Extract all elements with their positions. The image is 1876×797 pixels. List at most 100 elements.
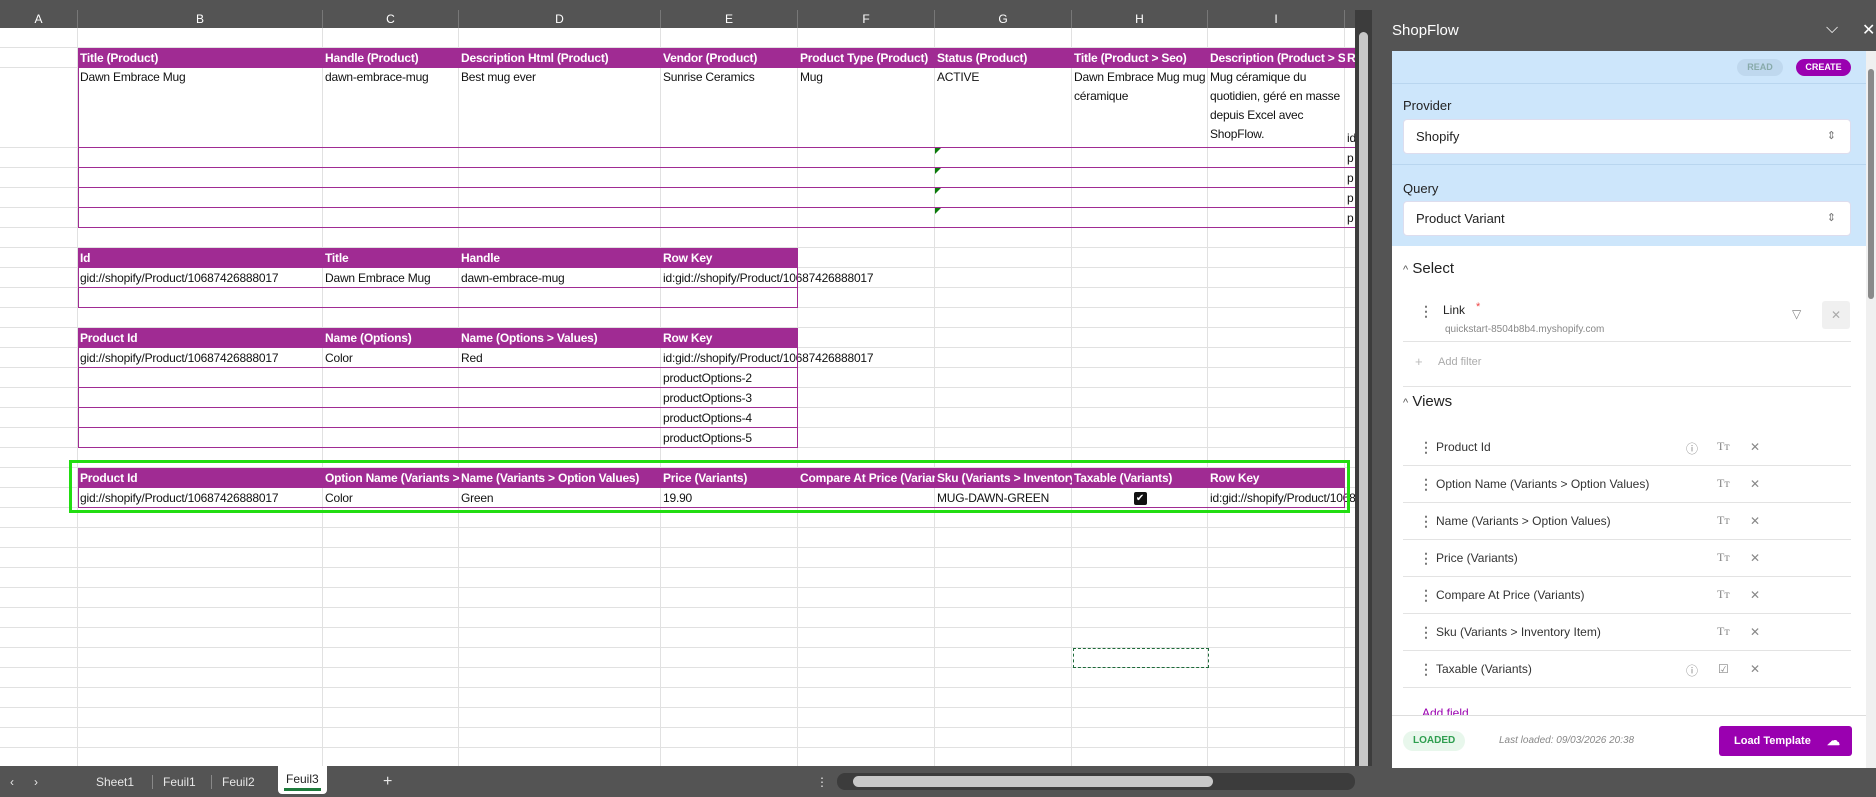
table-cell[interactable]: id:gid://shopify/Product/10687426888017 — [661, 268, 1355, 288]
view-field-row[interactable]: ⋮ Taxable (Variants) ⓘ ☑ ✕ — [1403, 651, 1851, 688]
query-select[interactable]: Product Variant ⇕ — [1403, 201, 1851, 236]
view-field-row[interactable]: ⋮ Price (Variants) Tт ✕ — [1403, 540, 1851, 577]
table-cell[interactable]: gid://shopify/Product/10687426888017 — [78, 268, 323, 288]
drag-handle-icon[interactable]: ⋮ — [1419, 588, 1433, 602]
checkbox-type-icon[interactable]: ☑ — [1718, 662, 1729, 676]
table-cell[interactable] — [459, 388, 661, 408]
provider-select[interactable]: Shopify ⇕ — [1403, 119, 1851, 154]
table-cell[interactable]: productOptions-3 — [661, 388, 1355, 408]
table-cell[interactable]: ACTIVE — [935, 68, 1072, 148]
table-cell[interactable]: id — [1345, 68, 1355, 148]
info-icon[interactable]: ⓘ — [1686, 662, 1698, 679]
filter-icon[interactable]: ▽ — [1792, 307, 1801, 321]
table-header-cell[interactable]: Title — [323, 248, 459, 268]
table-cell[interactable]: Best mug ever — [459, 68, 661, 148]
column-header-b[interactable]: B — [78, 10, 323, 28]
table-header-cell[interactable]: Row Key — [661, 248, 798, 268]
text-type-icon[interactable]: Tт — [1717, 439, 1730, 454]
select-section-toggle[interactable]: ^ Select — [1403, 260, 1454, 277]
column-header-g[interactable]: G — [935, 10, 1072, 28]
tab-sheet1[interactable]: Sheet1 — [88, 771, 142, 793]
column-header-d[interactable]: D — [459, 10, 661, 28]
drag-handle-icon[interactable]: ⋮ — [1419, 662, 1433, 676]
text-type-icon[interactable]: Tт — [1717, 513, 1730, 528]
column-header-i[interactable]: I — [1208, 10, 1345, 28]
table-cell[interactable]: Red — [459, 348, 661, 368]
drag-handle-icon[interactable]: ⋮ — [1419, 625, 1433, 639]
table-cell[interactable]: dawn-embrace-mug — [459, 268, 661, 288]
drag-handle-icon[interactable]: ⋮ — [1419, 551, 1433, 565]
tab-feuil1[interactable]: Feuil1 — [155, 771, 204, 793]
view-field-row[interactable]: ⋮ Compare At Price (Variants) Tт ✕ — [1403, 577, 1851, 614]
remove-field-icon[interactable]: ✕ — [1750, 551, 1760, 565]
column-header-a[interactable]: A — [0, 10, 78, 28]
table-cell[interactable]: Dawn Embrace Mug mug céramique — [1072, 68, 1208, 148]
table-cell[interactable]: Mug céramique du quotidien, géré en mass… — [1208, 68, 1345, 148]
view-field-row[interactable]: ⋮ Product Id ⓘ Tт ✕ — [1403, 429, 1851, 466]
more-options-icon[interactable]: ⋮ — [808, 771, 836, 793]
table-header-cell[interactable]: Handle — [459, 248, 661, 268]
remove-link-button[interactable]: ✕ — [1822, 301, 1850, 329]
table-cell[interactable] — [1208, 188, 1345, 208]
mode-read-toggle[interactable]: READ — [1737, 59, 1783, 76]
drag-handle-icon[interactable]: ⋮ — [1419, 440, 1433, 454]
add-sheet-button[interactable]: + — [375, 771, 400, 793]
scroll-thumb[interactable] — [1868, 69, 1874, 299]
close-icon[interactable]: ✕ — [1862, 20, 1875, 40]
column-header-h[interactable]: H — [1072, 10, 1208, 28]
table-cell[interactable] — [459, 428, 661, 448]
column-header-c[interactable]: C — [323, 10, 459, 28]
table-header-cell[interactable]: Id — [78, 248, 323, 268]
table-header-cell[interactable]: R — [1345, 48, 1355, 68]
scroll-thumb[interactable] — [853, 776, 1213, 787]
mode-create-toggle[interactable]: CREATE — [1796, 59, 1851, 76]
table-cell[interactable]: id:gid://shopify/Product/10687426888017 — [661, 348, 1355, 368]
remove-field-icon[interactable]: ✕ — [1750, 514, 1760, 528]
tab-feuil2[interactable]: Feuil2 — [214, 771, 263, 793]
table-cell[interactable]: Mug — [798, 68, 935, 148]
view-field-row[interactable]: ⋮ Name (Variants > Option Values) Tт ✕ — [1403, 503, 1851, 540]
table-header-cell[interactable]: Name (Options) — [323, 328, 459, 348]
text-type-icon[interactable]: Tт — [1717, 624, 1730, 639]
table-header-cell[interactable]: Description (Product > Seo) — [1208, 48, 1345, 68]
panel-scrollbar[interactable] — [1866, 51, 1876, 768]
views-section-toggle[interactable]: ^ Views — [1403, 393, 1452, 410]
table-cell[interactable] — [1208, 148, 1345, 168]
table-header-cell[interactable]: Title (Product) — [78, 48, 323, 68]
drag-handle-icon[interactable]: ⋮ — [1419, 477, 1433, 491]
load-template-button[interactable]: Load Template ☁ — [1719, 726, 1852, 756]
chevron-down-icon[interactable]: ⌵ — [1826, 20, 1838, 38]
table-header-cell[interactable]: Product Id — [78, 328, 323, 348]
table-cell[interactable]: productOptions-2 — [661, 368, 1355, 388]
scroll-thumb[interactable] — [1359, 32, 1368, 772]
table-header-cell[interactable]: Name (Options > Values) — [459, 328, 661, 348]
remove-field-icon[interactable]: ✕ — [1750, 588, 1760, 602]
text-type-icon[interactable]: Tт — [1717, 550, 1730, 565]
table-cell[interactable]: p — [1345, 188, 1355, 208]
drag-handle-icon[interactable]: ⋮ — [1419, 514, 1433, 528]
remove-field-icon[interactable]: ✕ — [1750, 625, 1760, 639]
table-cell[interactable]: Dawn Embrace Mug — [323, 268, 459, 288]
table-header-cell[interactable]: Handle (Product) — [323, 48, 459, 68]
add-filter-row[interactable]: + Add filter — [1403, 342, 1851, 387]
table-cell[interactable]: p — [1345, 168, 1355, 188]
text-type-icon[interactable]: Tт — [1717, 587, 1730, 602]
table-cell[interactable]: dawn-embrace-mug — [323, 68, 459, 148]
drag-handle-icon[interactable]: ⋮ — [1419, 304, 1433, 318]
text-type-icon[interactable]: Tт — [1717, 476, 1730, 491]
tab-feuil3[interactable]: Feuil3 — [278, 766, 327, 794]
horizontal-scrollbar[interactable] — [837, 773, 1355, 790]
vertical-scrollbar[interactable] — [1355, 10, 1372, 772]
add-filter-button[interactable]: Add filter — [1438, 356, 1481, 368]
table-cell[interactable]: productOptions-4 — [661, 408, 1355, 428]
table-header-cell[interactable]: Product Type (Product) — [798, 48, 935, 68]
table-cell[interactable]: Color — [323, 348, 459, 368]
prev-sheet-button[interactable]: ‹ — [2, 771, 22, 793]
column-header-f[interactable]: F — [798, 10, 935, 28]
view-field-row[interactable]: ⋮ Option Name (Variants > Option Values) T… — [1403, 466, 1851, 503]
next-sheet-button[interactable]: › — [26, 771, 46, 793]
table-header-cell[interactable]: Row Key — [661, 328, 798, 348]
remove-field-icon[interactable]: ✕ — [1750, 662, 1760, 676]
remove-field-icon[interactable]: ✕ — [1750, 440, 1760, 454]
table-cell[interactable] — [459, 408, 661, 428]
